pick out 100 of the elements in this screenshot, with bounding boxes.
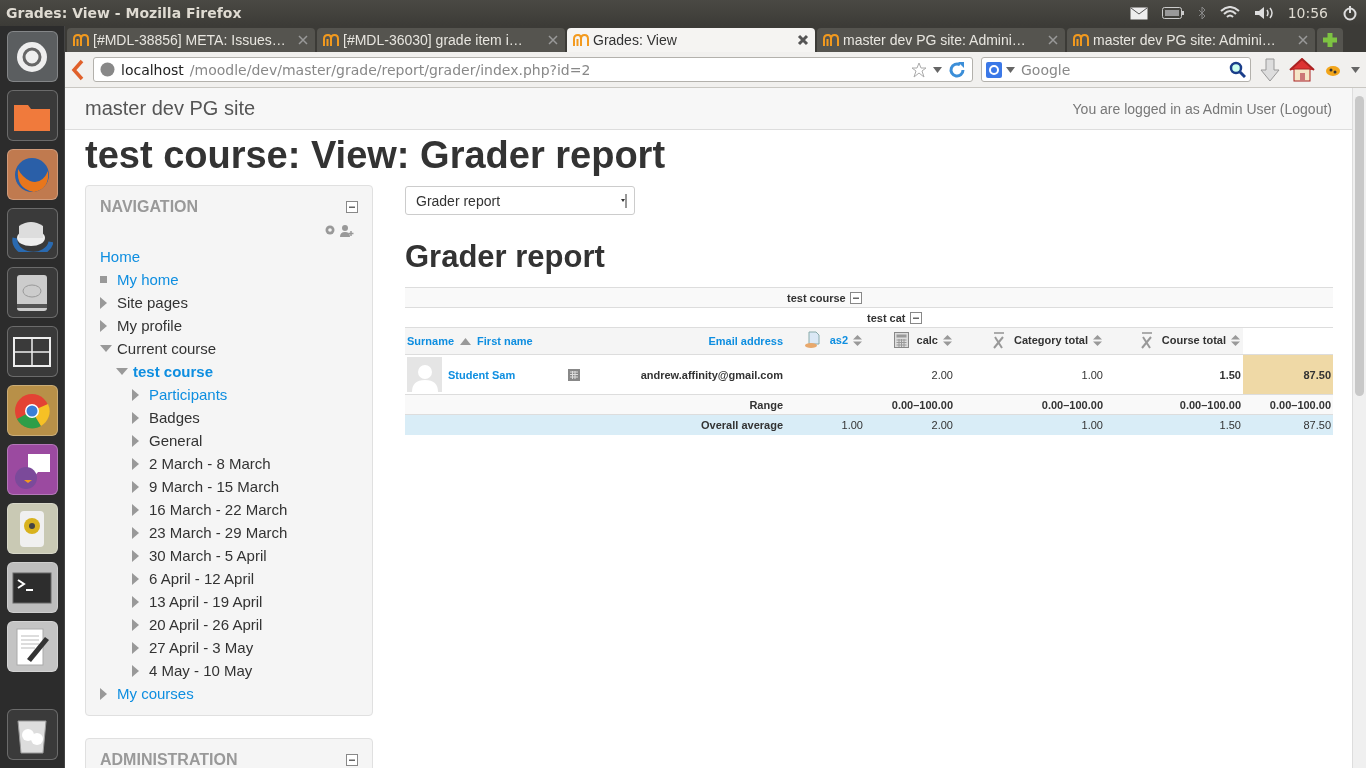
tab-logo-icon [823, 34, 839, 46]
collapsed-arrow-icon[interactable] [132, 457, 139, 470]
student-link[interactable]: Student Sam [448, 368, 562, 381]
circle-logo-icon[interactable] [15, 39, 49, 74]
collapsed-arrow-icon[interactable] [100, 319, 107, 332]
tab-logo-icon [323, 34, 339, 46]
dropdown-icon[interactable] [1006, 66, 1015, 73]
grades-table-icon[interactable] [568, 368, 580, 381]
nav-item[interactable]: 2 March - 8 March [149, 455, 271, 472]
collapse-icon[interactable] [346, 754, 358, 766]
expanded-arrow-icon[interactable] [116, 368, 128, 375]
plus-icon[interactable] [1322, 32, 1338, 48]
power-icon[interactable] [1342, 5, 1358, 21]
clock[interactable]: 10:56 [1287, 5, 1328, 21]
dropdown-icon[interactable] [1351, 66, 1360, 73]
gear-icon[interactable] [324, 224, 336, 236]
nav-item[interactable]: 30 March - 5 April [149, 547, 267, 564]
nav-item[interactable]: 9 March - 15 March [149, 478, 280, 495]
sort-icon[interactable] [1092, 333, 1103, 347]
chrome-icon[interactable] [13, 391, 51, 430]
nav-item[interactable]: 16 March - 22 March [149, 501, 288, 518]
scrollbar-thumb[interactable] [1355, 96, 1364, 396]
collapsed-arrow-icon[interactable] [132, 549, 139, 562]
nav-item[interactable]: 23 March - 29 March [149, 524, 288, 541]
close-icon[interactable] [797, 34, 809, 46]
add-user-icon[interactable] [340, 224, 354, 237]
expanded-arrow-icon[interactable] [100, 345, 112, 352]
nav-item[interactable]: General [149, 432, 203, 449]
collapsed-arrow-icon[interactable] [100, 687, 107, 700]
collapsed-arrow-icon[interactable] [132, 388, 139, 401]
collapsed-arrow-icon[interactable] [132, 595, 139, 608]
collapsed-arrow-icon[interactable] [132, 480, 139, 493]
collapsed-arrow-icon[interactable] [100, 296, 107, 309]
site-name[interactable]: master dev PG site [85, 97, 256, 120]
grade-cell: 0.00–100.00 [1243, 394, 1334, 415]
back-icon[interactable] [71, 58, 85, 81]
login-info: You are logged in as Admin User (Logout) [1072, 100, 1332, 117]
grade-cell: 1.00 [955, 414, 1105, 435]
home-icon[interactable] [1289, 57, 1315, 82]
download-icon[interactable] [1259, 57, 1281, 82]
search-icon[interactable] [1229, 61, 1246, 78]
collapsed-arrow-icon[interactable] [132, 664, 139, 677]
nav-item[interactable]: Current course [117, 340, 217, 357]
grade-cell: 1.00 [785, 414, 865, 435]
nav-item[interactable]: My profile [117, 317, 183, 334]
workspaces-icon[interactable] [13, 336, 51, 367]
bluetooth-icon[interactable] [1197, 6, 1206, 20]
volume-icon[interactable] [1253, 6, 1274, 20]
nav-item[interactable]: 6 April - 12 April [149, 570, 255, 587]
battery-icon[interactable] [1161, 7, 1184, 19]
new-tab-button[interactable] [1317, 28, 1343, 52]
nav-item[interactable]: 4 May - 10 May [149, 662, 253, 679]
grade-cell: 2.00 [865, 354, 955, 395]
collapsed-arrow-icon[interactable] [132, 411, 139, 424]
star-icon[interactable] [911, 61, 927, 78]
search-engine-icon[interactable] [986, 61, 1002, 78]
collapsed-arrow-icon[interactable] [132, 526, 139, 539]
dropdown-icon[interactable] [933, 66, 942, 73]
block-title: NAVIGATION [100, 198, 199, 216]
collapse-icon[interactable] [849, 291, 862, 304]
email-cell: andrew.affinity@gmail.com [590, 354, 785, 395]
search-box[interactable]: Google [981, 57, 1251, 82]
browser-tab[interactable]: [#MDL-38856] META: Issues… [67, 28, 315, 52]
collapse-icon[interactable] [346, 201, 358, 213]
logout-link[interactable]: (Logout) [1279, 100, 1332, 117]
grade-cell: 0.00–100.00 [955, 394, 1105, 415]
browser-tab[interactable]: master dev PG site: Admini… [817, 28, 1065, 52]
nav-item[interactable]: Badges [149, 409, 200, 426]
collapsed-arrow-icon[interactable] [132, 572, 139, 585]
browser-tab[interactable]: [#MDL-36030] grade item i… [317, 28, 565, 52]
terminal-icon[interactable] [12, 571, 52, 604]
nav-item[interactable]: 13 April - 19 April [149, 593, 263, 610]
address-field[interactable]: localhost /moodle/dev/master/grade/report/grader/index.php?id=2 [93, 57, 973, 82]
mail-icon[interactable] [1129, 6, 1148, 20]
browser-tab[interactable]: Grades: View [567, 28, 815, 52]
sort-icon[interactable] [852, 333, 863, 347]
collapse-icon[interactable] [909, 311, 922, 324]
collapsed-arrow-icon[interactable] [132, 641, 139, 654]
bullet-icon [100, 276, 107, 283]
page-title: test course: View: Grader report [85, 134, 667, 177]
speaker-icon[interactable] [17, 508, 47, 549]
sort-ascending-icon[interactable] [460, 337, 472, 345]
collapsed-arrow-icon[interactable] [132, 618, 139, 631]
report-select[interactable]: Grader report [405, 186, 635, 215]
collapsed-arrow-icon[interactable] [132, 434, 139, 447]
hard-drive-icon[interactable] [14, 272, 50, 313]
browser-tab[interactable]: master dev PG site: Admini… [1067, 28, 1315, 52]
text-editor-icon[interactable] [13, 626, 51, 667]
column-header: calc [916, 334, 938, 346]
dropdown-icon [620, 193, 628, 208]
sort-icon[interactable] [942, 333, 953, 347]
globe-icon [100, 62, 115, 77]
nav-item[interactable]: 20 April - 26 April [149, 616, 263, 633]
wifi-icon[interactable] [1219, 6, 1240, 20]
nav-item[interactable]: Site pages [117, 294, 188, 311]
sort-icon[interactable] [1230, 333, 1241, 347]
reload-icon[interactable] [948, 60, 966, 79]
nav-item[interactable]: 27 April - 3 May [149, 639, 254, 656]
collapsed-arrow-icon[interactable] [132, 503, 139, 516]
row-label: Range [590, 394, 785, 415]
